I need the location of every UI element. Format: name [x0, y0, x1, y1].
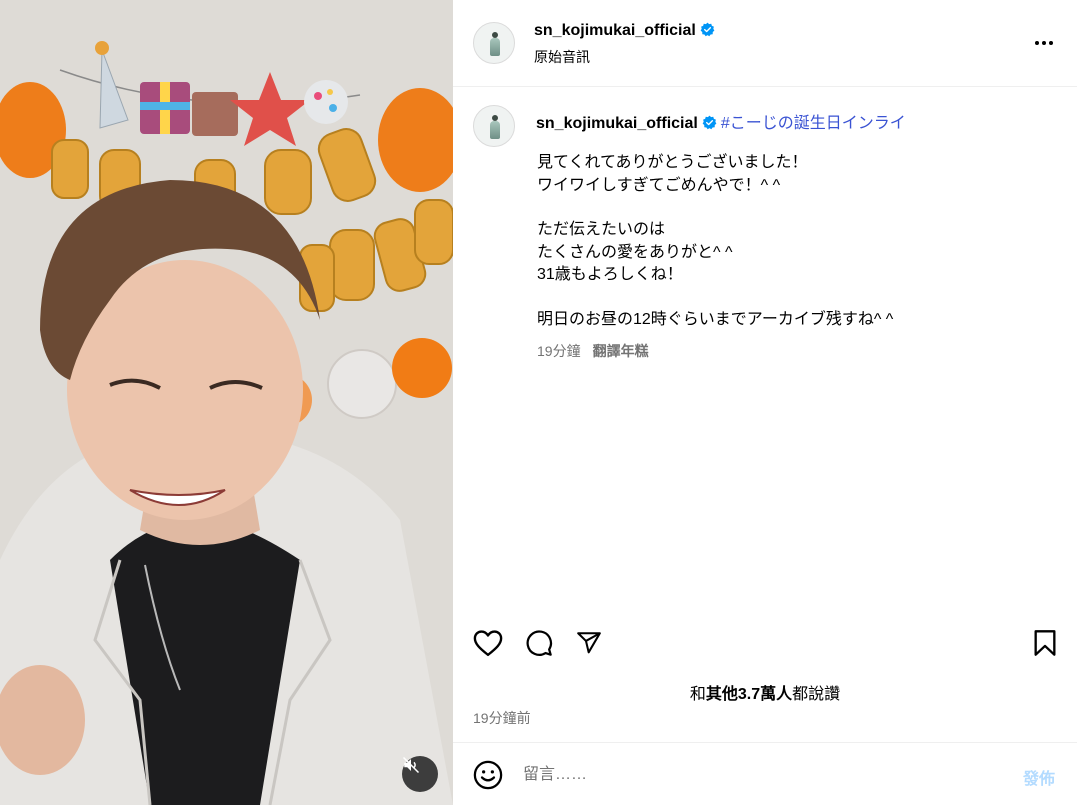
post-comment-button[interactable]: 發佈	[1023, 765, 1055, 789]
like-button[interactable]	[471, 626, 505, 660]
caption-line: 見てくれてありがとうございました！	[537, 154, 808, 171]
emoji-button[interactable]	[473, 760, 503, 790]
action-bar	[453, 620, 1077, 666]
more-options-icon	[1035, 41, 1039, 45]
caption-time: 19分鐘	[537, 343, 581, 359]
caption-line: ワイワイしすぎてごめんやで！^ ^	[537, 176, 781, 194]
caption-line: ただ伝えたいのは	[537, 221, 666, 238]
instagram-post-viewer: sn_kojimukai_official 原始音訊 sn_kojimukai_…	[0, 0, 1077, 805]
header-username-row: sn_kojimukai_official	[534, 22, 715, 40]
verified-badge-icon	[700, 22, 715, 37]
emoji-icon	[473, 760, 503, 790]
post-details-panel: sn_kojimukai_official 原始音訊 sn_kojimukai_…	[453, 0, 1077, 805]
caption-line: 明日のお昼の12時ぐらいまでアーカイブ残すね^ ^	[537, 310, 894, 328]
post-video[interactable]	[0, 0, 453, 805]
post-timestamp[interactable]: 19分鐘前	[473, 708, 531, 728]
avatar[interactable]	[473, 22, 515, 64]
likes-prefix: 和	[689, 686, 706, 703]
caption-line: 31歳もよろしくね！	[537, 266, 683, 283]
likes-summary[interactable]: 和其他3.7萬人都說讚	[453, 680, 1077, 704]
share-icon	[577, 632, 601, 654]
post-header: sn_kojimukai_official 原始音訊	[453, 0, 1077, 87]
video-frame-illustration	[0, 0, 453, 805]
comment-button[interactable]	[522, 626, 556, 660]
translate-button[interactable]: 翻譯年糕	[593, 343, 649, 359]
more-options-button[interactable]	[1031, 31, 1057, 55]
comment-input[interactable]	[523, 763, 973, 787]
verified-badge-icon	[702, 115, 717, 130]
caption-line: たくさんの愛をありがと^ ^	[537, 243, 733, 261]
caption-avatar[interactable]	[473, 105, 515, 147]
comment-bar: 發佈	[453, 742, 1077, 805]
caption-section: sn_kojimukai_official #こーじの誕生日インライ 見てくれて…	[453, 88, 1077, 608]
share-button[interactable]	[572, 626, 606, 660]
caption-text: 見てくれてありがとうございました！ ワイワイしすぎてごめんやで！^ ^ ただ伝え…	[537, 152, 1047, 331]
caption-username-link[interactable]: sn_kojimukai_official	[536, 115, 698, 132]
muted-speaker-icon	[402, 756, 420, 774]
likes-count: 其他3.7萬人	[705, 686, 793, 703]
original-audio-link[interactable]: 原始音訊	[534, 47, 590, 67]
caption-meta: 19分鐘 翻譯年糕	[537, 341, 649, 361]
likes-suffix: 都說讚	[792, 686, 841, 703]
header-username-link[interactable]: sn_kojimukai_official	[534, 22, 696, 39]
bookmark-icon	[1034, 630, 1056, 656]
hashtag-link[interactable]: #こーじの誕生日インライ	[721, 115, 906, 132]
caption-header: sn_kojimukai_official #こーじの誕生日インライ	[536, 109, 906, 133]
mute-toggle-button[interactable]	[402, 756, 438, 792]
comment-icon	[526, 630, 553, 656]
save-button[interactable]	[1028, 626, 1062, 660]
heart-icon	[473, 630, 503, 657]
